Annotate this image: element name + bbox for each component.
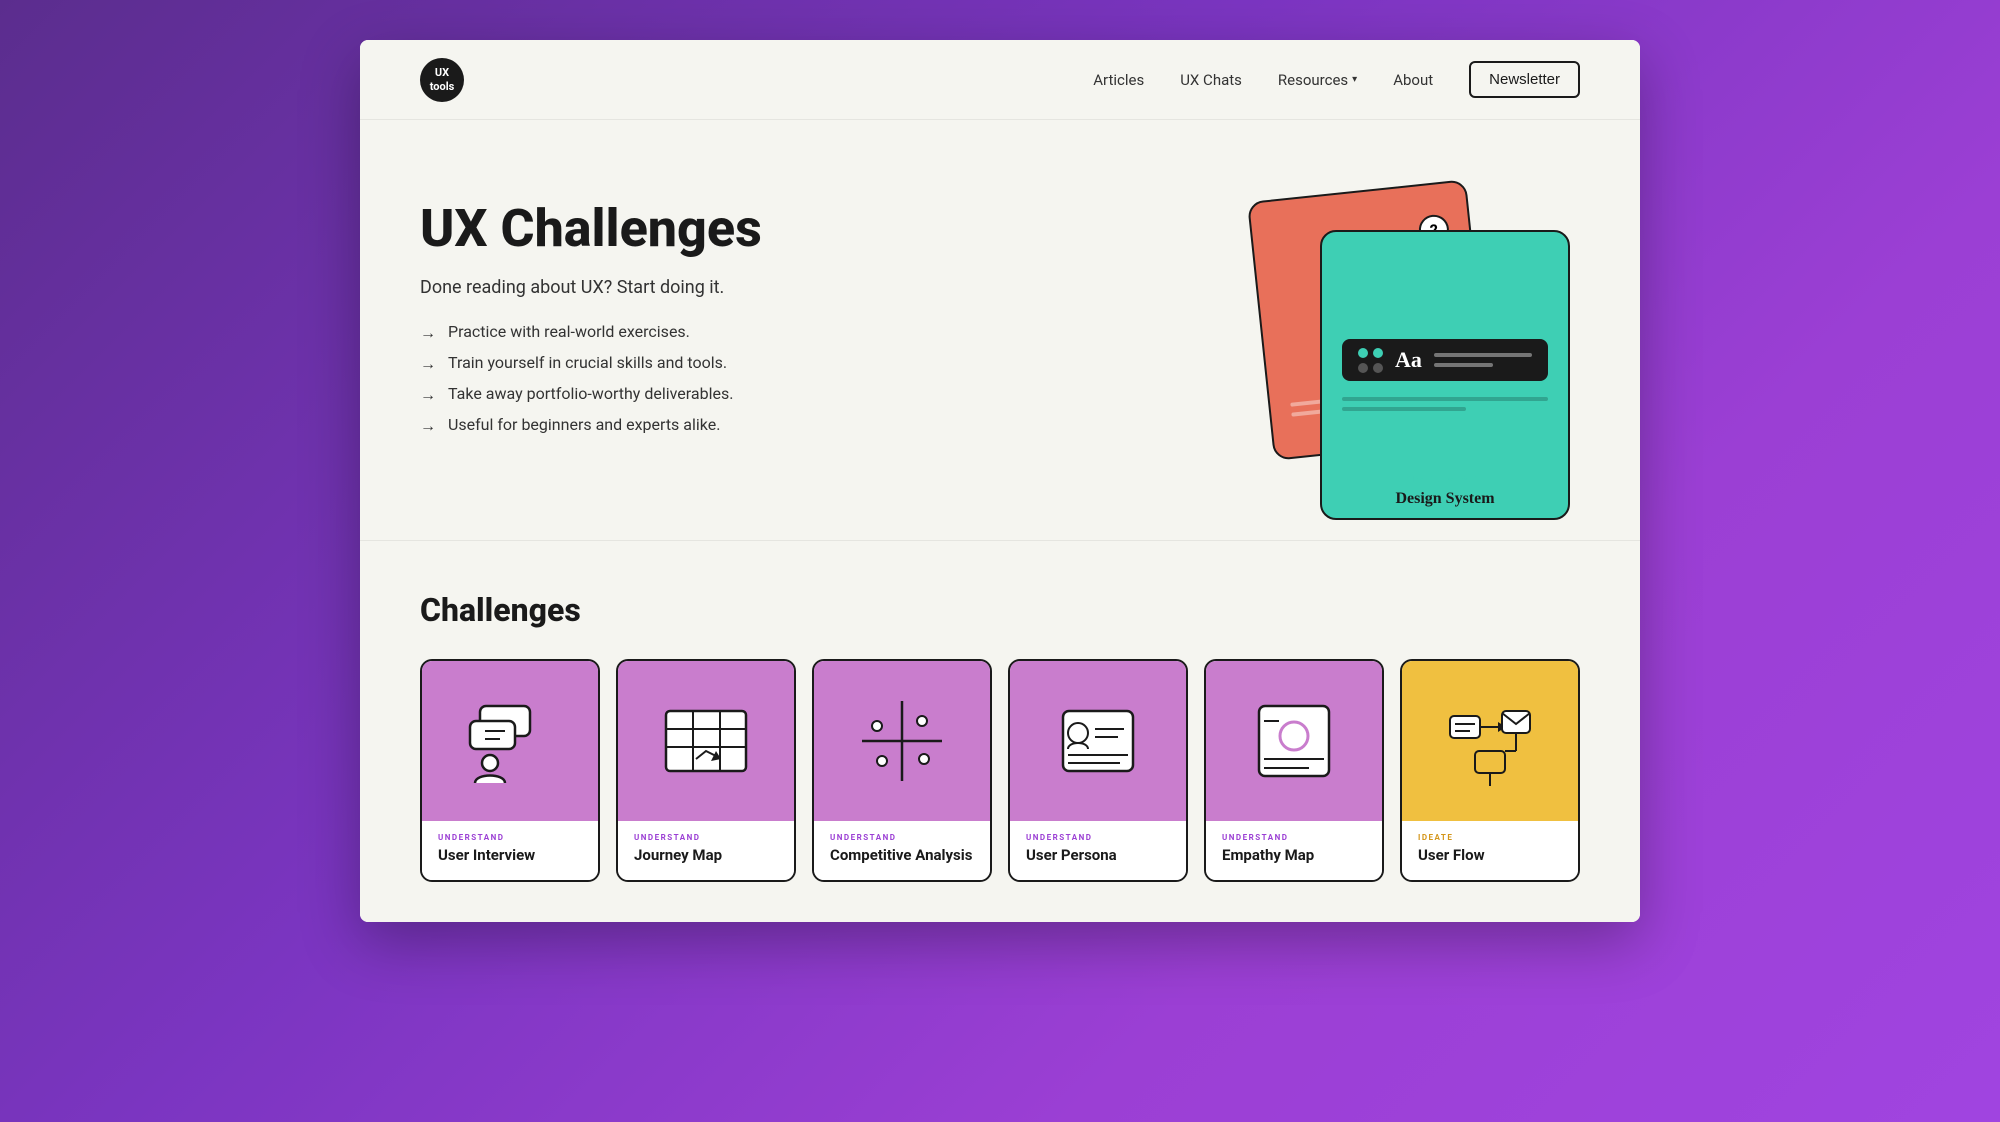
empathy-map-icon xyxy=(1244,691,1344,791)
list-item: → Practice with real-world exercises. xyxy=(420,322,762,343)
list-item-text: Useful for beginners and experts alike. xyxy=(448,415,720,434)
challenges-section-title: Challenges xyxy=(420,591,1580,629)
user-flow-icon xyxy=(1440,691,1540,791)
challenge-card-user-interview[interactable]: UNDERSTAND User Interview xyxy=(420,659,600,882)
user-interview-icon xyxy=(460,691,560,791)
competitive-analysis-icon xyxy=(852,691,952,791)
logo-text: UX tools xyxy=(430,66,455,92)
hero-title: UX Challenges xyxy=(420,200,762,257)
card-top xyxy=(1402,661,1578,821)
hero-list: → Practice with real-world exercises. → … xyxy=(420,322,762,436)
challenge-tag: UNDERSTAND xyxy=(1222,833,1366,842)
hero-section: UX Challenges Done reading about UX? Sta… xyxy=(360,120,1640,541)
arrow-icon: → xyxy=(420,323,436,343)
design-system-label: Design System xyxy=(1395,490,1494,507)
challenge-tag: UNDERSTAND xyxy=(438,833,582,842)
nav-articles[interactable]: Articles xyxy=(1093,71,1144,89)
challenge-tag: UNDERSTAND xyxy=(1026,833,1170,842)
resources-chevron-icon: ▾ xyxy=(1352,74,1357,85)
challenge-tag: UNDERSTAND xyxy=(634,833,778,842)
card-top xyxy=(1206,661,1382,821)
newsletter-button[interactable]: Newsletter xyxy=(1469,61,1580,98)
card-bottom: UNDERSTAND Competitive Analysis xyxy=(814,821,990,880)
user-persona-icon xyxy=(1048,691,1148,791)
challenge-card-user-persona[interactable]: UNDERSTAND User Persona xyxy=(1008,659,1188,882)
challenge-tag: UNDERSTAND xyxy=(830,833,974,842)
challenge-card-journey-map[interactable]: UNDERSTAND Journey Map xyxy=(616,659,796,882)
challenges-grid: UNDERSTAND User Interview xyxy=(420,659,1580,882)
list-item: → Take away portfolio-worthy deliverable… xyxy=(420,384,762,405)
main-nav: Articles UX Chats Resources ▾ About News… xyxy=(1093,61,1580,98)
challenge-card-user-flow[interactable]: IDEATE User Flow xyxy=(1400,659,1580,882)
challenge-name: User Persona xyxy=(1026,846,1170,864)
list-item-text: Train yourself in crucial skills and too… xyxy=(448,353,727,372)
logo-circle: UX tools xyxy=(420,58,464,102)
challenge-name: Empathy Map xyxy=(1222,846,1366,864)
list-item-text: Take away portfolio-worthy deliverables. xyxy=(448,384,733,403)
card-bottom-text: IMPLEMENT Design System xyxy=(1322,475,1568,508)
card-top xyxy=(1010,661,1186,821)
aa-typography-icon: Aa xyxy=(1395,347,1422,373)
list-item: → Useful for beginners and experts alike… xyxy=(420,415,762,436)
hero-content: UX Challenges Done reading about UX? Sta… xyxy=(420,180,762,436)
card-top xyxy=(422,661,598,821)
challenge-name: User Interview xyxy=(438,846,582,864)
dots-grid xyxy=(1358,348,1383,373)
implement-label: IMPLEMENT xyxy=(1322,475,1568,485)
challenge-name: Journey Map xyxy=(634,846,778,864)
teal-card-lines xyxy=(1342,397,1548,411)
hero-illustration: ? xyxy=(1260,170,1600,490)
card-top xyxy=(814,661,990,821)
logo[interactable]: UX tools xyxy=(420,58,464,102)
nav-about[interactable]: About xyxy=(1393,71,1433,89)
challenge-card-empathy-map[interactable]: UNDERSTAND Empathy Map xyxy=(1204,659,1384,882)
challenges-section: Challenges UNDER xyxy=(360,541,1640,922)
card-bottom: UNDERSTAND Empathy Map xyxy=(1206,821,1382,880)
hero-subtitle: Done reading about UX? Start doing it. xyxy=(420,277,762,298)
card-top xyxy=(618,661,794,821)
nav-resources-label: Resources xyxy=(1278,71,1348,89)
card-bottom: IDEATE User Flow xyxy=(1402,821,1578,880)
header: UX tools Articles UX Chats Resources ▾ A… xyxy=(360,40,1640,120)
nav-ux-chats[interactable]: UX Chats xyxy=(1180,71,1242,89)
arrow-icon: → xyxy=(420,416,436,436)
card-lines xyxy=(1434,353,1532,367)
card-bottom: UNDERSTAND User Persona xyxy=(1010,821,1186,880)
page-wrapper: UX tools Articles UX Chats Resources ▾ A… xyxy=(360,40,1640,922)
challenge-name: Competitive Analysis xyxy=(830,846,974,864)
arrow-icon: → xyxy=(420,354,436,374)
challenge-card-competitive-analysis[interactable]: UNDERSTAND Competitive Analysis xyxy=(812,659,992,882)
challenge-name: User Flow xyxy=(1418,846,1562,864)
card-front: Aa IMPLEMENT Design System xyxy=(1320,230,1570,520)
journey-map-icon xyxy=(656,691,756,791)
card-bottom: UNDERSTAND Journey Map xyxy=(618,821,794,880)
nav-resources-dropdown[interactable]: Resources ▾ xyxy=(1278,71,1357,89)
arrow-icon: → xyxy=(420,385,436,405)
card-bottom: UNDERSTAND User Interview xyxy=(422,821,598,880)
list-item-text: Practice with real-world exercises. xyxy=(448,322,690,341)
list-item: → Train yourself in crucial skills and t… xyxy=(420,353,762,374)
challenge-tag: IDEATE xyxy=(1418,833,1562,842)
card-front-inner: Aa xyxy=(1342,339,1548,381)
